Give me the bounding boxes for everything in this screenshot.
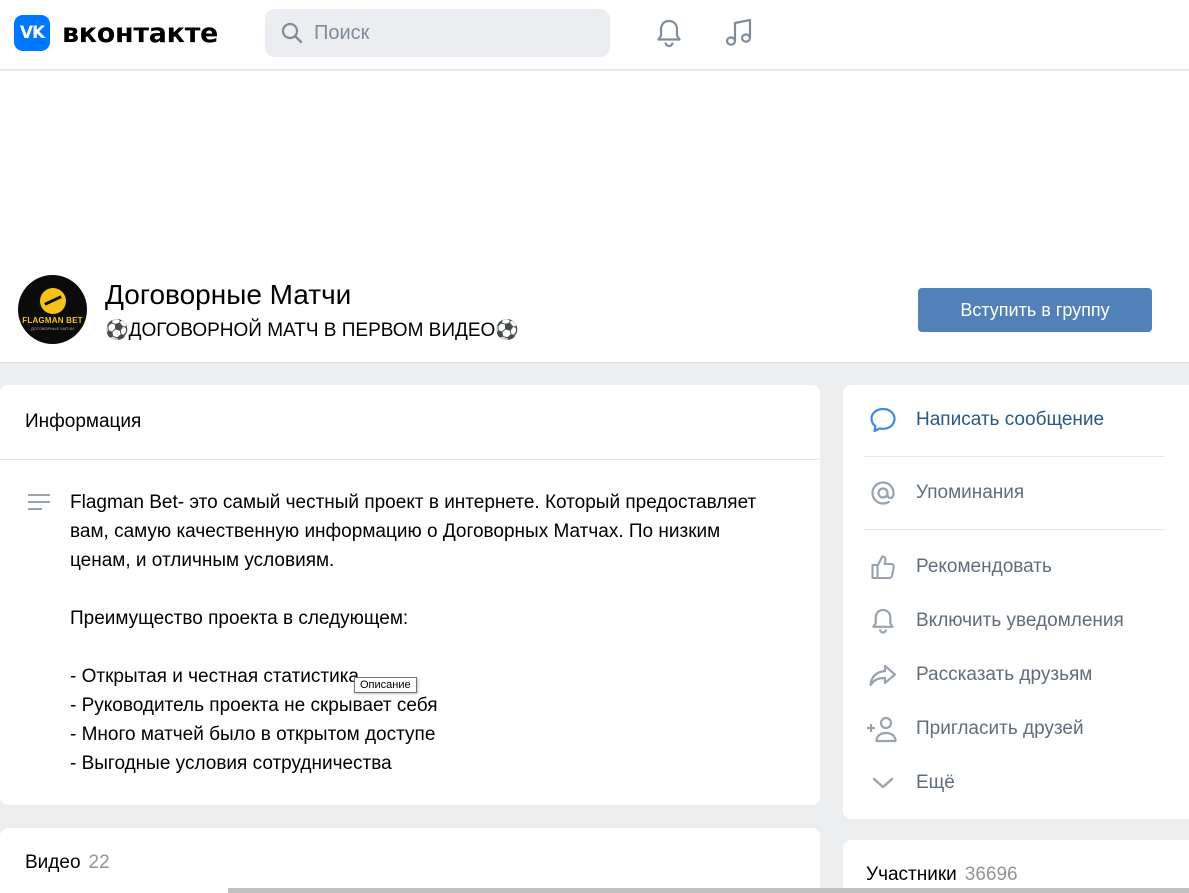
- invite-friends-button[interactable]: Пригласить друзей: [843, 709, 1189, 749]
- members-heading[interactable]: Участники 36696: [866, 864, 1018, 886]
- divider: [864, 529, 1165, 530]
- video-heading[interactable]: Видео 22: [25, 852, 110, 874]
- ball-icon: [39, 288, 66, 314]
- music-icon: [725, 18, 752, 46]
- video-label: Видео: [25, 852, 81, 873]
- description-line: - Открытая и честная статистика: [70, 666, 359, 687]
- description-line: вам, самую качественную информацию о Дог…: [70, 521, 721, 542]
- side-item-label: Упоминания: [916, 482, 1025, 503]
- search-icon: [281, 22, 303, 44]
- search-box[interactable]: [265, 9, 610, 57]
- vk-logo[interactable]: VK вконтакте: [14, 15, 218, 51]
- write-message-button[interactable]: Написать сообщение: [843, 400, 1189, 440]
- search-input[interactable]: [314, 21, 594, 45]
- bell-icon: [872, 608, 894, 634]
- enable-notifications-button[interactable]: Включить уведомления: [843, 601, 1189, 641]
- description-line: - Руководитель проекта не скрывает себя: [70, 695, 438, 716]
- bell-icon: [657, 19, 681, 48]
- description-tooltip: Описание: [354, 677, 417, 693]
- side-item-label: Ещё: [916, 772, 955, 793]
- recommend-button[interactable]: Рекомендовать: [843, 547, 1189, 587]
- mentions-button[interactable]: Упоминания: [843, 473, 1189, 513]
- group-avatar[interactable]: FLAGMAN BET ДОГОВОРНЫЕ МАТЧИ: [18, 275, 87, 344]
- description-icon: [28, 494, 50, 510]
- description-line: Преимущество проекта в следующем:: [70, 608, 409, 629]
- side-item-label: Рекомендовать: [916, 556, 1052, 577]
- side-item-label: Рассказать друзьям: [916, 664, 1093, 685]
- members-label: Участники: [866, 864, 957, 885]
- side-item-label: Включить уведомления: [916, 610, 1124, 631]
- message-icon: [870, 407, 896, 433]
- description-line: [70, 633, 800, 662]
- members-count: 36696: [964, 864, 1018, 885]
- description-line: Flagman Bet- это самый честный проект в …: [70, 492, 757, 513]
- horizontal-scrollbar[interactable]: [228, 888, 1189, 893]
- add-user-icon: [867, 716, 897, 743]
- group-status: ⚽ДОГОВОРНОЙ МАТЧ В ПЕРВОМ ВИДЕО⚽: [105, 320, 519, 341]
- top-bar: VK вконтакте: [0, 0, 1189, 70]
- music-button[interactable]: [722, 16, 756, 50]
- share-button[interactable]: Рассказать друзьям: [843, 655, 1189, 695]
- side-item-label: Написать сообщение: [916, 409, 1105, 430]
- avatar-sub-text: ДОГОВОРНЫЕ МАТЧИ: [30, 326, 75, 331]
- page-title: Договорные Матчи: [105, 279, 352, 310]
- side-item-label: Пригласить друзей: [916, 718, 1084, 739]
- description-line: - Много матчей было в открытом доступе: [70, 724, 436, 745]
- vk-logo-text: вконтакте: [62, 17, 219, 49]
- description-line: - Выгодные условия сотрудничества: [70, 753, 392, 774]
- side-actions-menu: Написать сообщение Упоминания Рекомендов…: [843, 385, 1189, 819]
- video-count: 22: [88, 852, 110, 873]
- notifications-button[interactable]: [652, 16, 686, 50]
- avatar-brand-text: FLAGMAN BET: [22, 316, 83, 325]
- thumbs-up-icon: [871, 555, 895, 580]
- info-heading: Информация: [0, 385, 820, 460]
- members-card[interactable]: Участники 36696: [843, 840, 1189, 893]
- description-line: ценам, и отличным условиям.: [70, 550, 335, 571]
- join-group-button[interactable]: Вступить в группу: [918, 288, 1152, 332]
- divider: [864, 456, 1165, 457]
- group-description: Flagman Bet- это самый честный проект в …: [70, 488, 800, 778]
- chevron-down-icon: [872, 777, 894, 789]
- description-line: [70, 575, 800, 604]
- info-card: Информация Flagman Bet- это самый честны…: [0, 385, 820, 805]
- at-icon: [871, 481, 895, 505]
- share-icon: [869, 664, 897, 687]
- video-card[interactable]: Видео 22: [0, 828, 820, 893]
- more-button[interactable]: Ещё: [843, 763, 1189, 803]
- group-cover: FLAGMAN BET ДОГОВОРНЫЕ МАТЧИ Договорные …: [0, 71, 1189, 363]
- vk-logo-mark: VK: [14, 15, 50, 51]
